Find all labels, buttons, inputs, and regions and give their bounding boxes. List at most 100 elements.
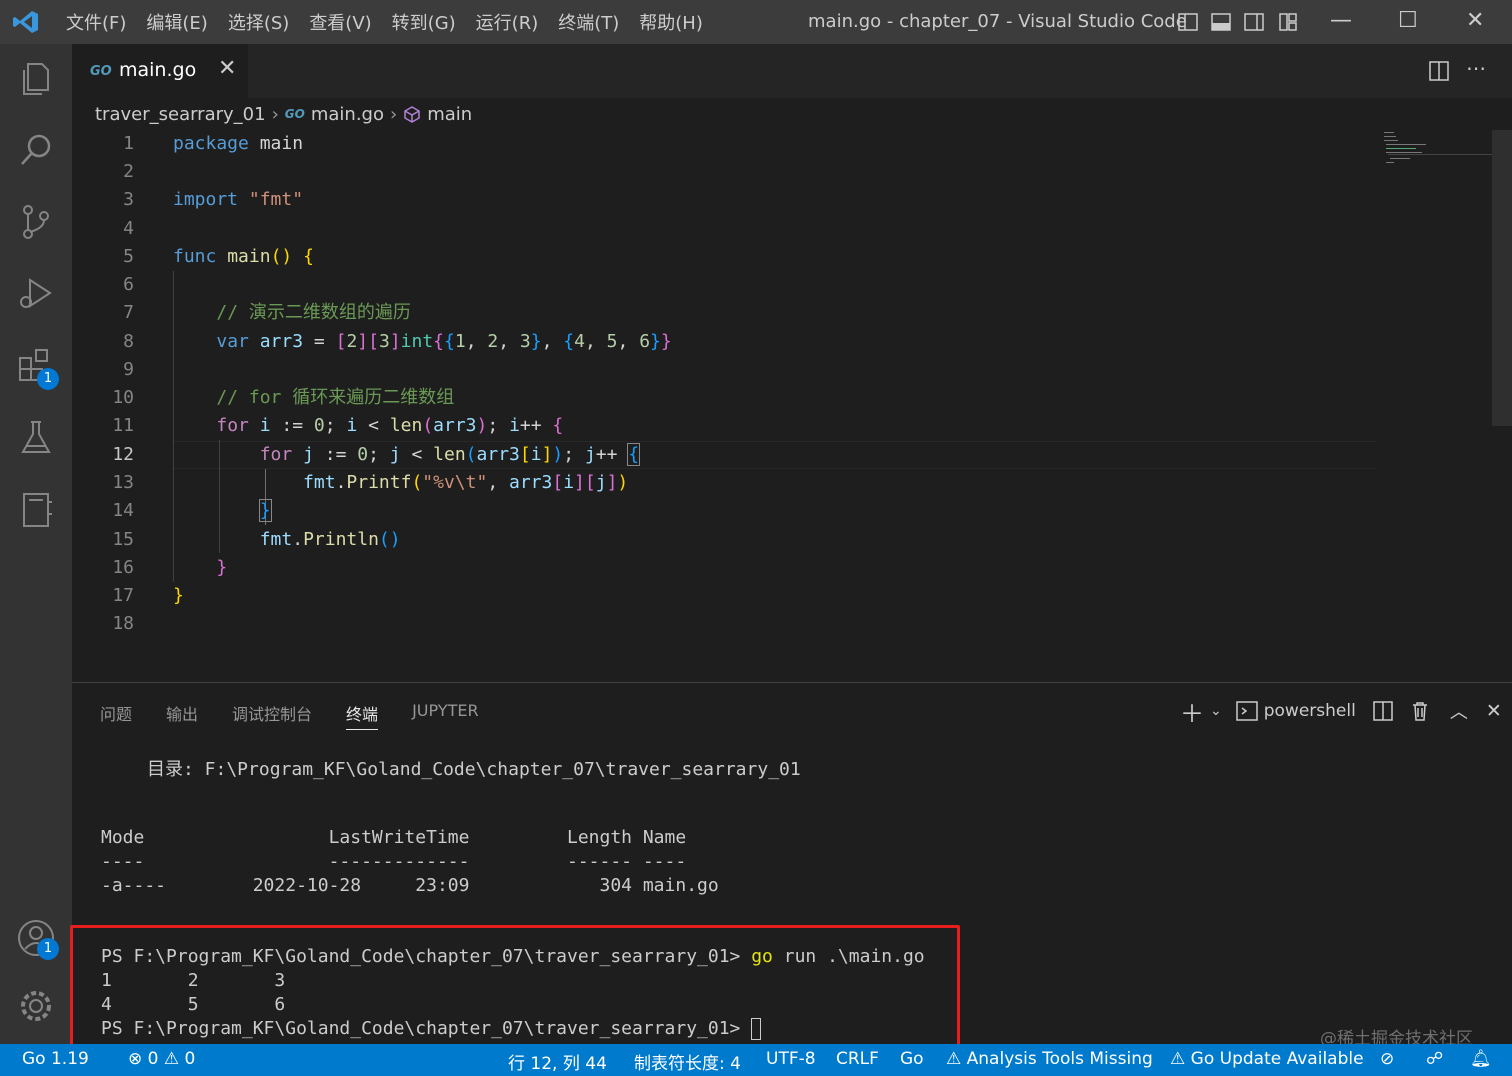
status-bar: Go 1.19 ⊗ 0 ⚠ 0 行 12, 列 44 制表符长度: 4 UTF-…	[0, 1044, 1512, 1076]
go-file-icon: GO	[284, 107, 305, 121]
menu-run[interactable]: 运行(R)	[476, 9, 539, 35]
code-line: }	[216, 557, 228, 578]
toggle-sidebar-icon[interactable]	[1178, 12, 1198, 32]
line-number: 8	[123, 331, 134, 352]
maximize-panel-icon[interactable]: ︿	[1450, 698, 1468, 724]
terminal-shell-name[interactable]: powershell	[1264, 701, 1356, 721]
code-line: for j := 0; j < len(arr3[i]); j++ {	[259, 443, 641, 466]
more-actions-icon[interactable]: ⋯	[1466, 56, 1486, 80]
breadcrumb-symbol[interactable]: main	[427, 104, 472, 125]
menu-terminal[interactable]: 终端(T)	[558, 9, 619, 35]
eol-status[interactable]: CRLF	[836, 1049, 879, 1069]
line-number: 4	[123, 218, 134, 239]
chevron-down-icon[interactable]: ⌄	[1210, 703, 1222, 719]
menu-selection[interactable]: 选择(S)	[228, 9, 289, 35]
source-control-icon[interactable]	[14, 200, 58, 244]
language-status[interactable]: Go	[900, 1049, 924, 1069]
menu-edit[interactable]: 编辑(E)	[146, 9, 207, 35]
code-line: package main	[173, 133, 304, 154]
terminal-table-underline: ---- ------------- ------ ----	[101, 851, 687, 872]
new-terminal-icon[interactable]: ＋	[1180, 694, 1204, 729]
line-number-active: 12	[112, 444, 134, 465]
line-number: 7	[123, 302, 134, 323]
highlight-box	[70, 925, 960, 1058]
tab-output[interactable]: 输出	[166, 701, 198, 730]
cursor-position-status[interactable]: 行 12, 列 44	[508, 1049, 607, 1074]
split-terminal-icon[interactable]	[1372, 700, 1394, 722]
terminal-icon	[1235, 701, 1258, 721]
explorer-icon[interactable]	[14, 56, 58, 100]
line-number: 15	[112, 529, 134, 550]
menu-file[interactable]: 文件(F)	[66, 9, 126, 35]
line-number: 18	[112, 613, 134, 634]
tab-problems[interactable]: 问题	[100, 701, 132, 730]
code-editor[interactable]: 1 package main 2 3 import "fmt" 4 5 func ma…	[72, 130, 1492, 682]
minimize-icon[interactable]: —	[1330, 8, 1352, 33]
go-update-label: Go Update Available	[1190, 1049, 1364, 1069]
go-update-status[interactable]: ⚠ Go Update Available	[1170, 1049, 1364, 1069]
menu-view[interactable]: 查看(V)	[309, 9, 371, 35]
panel-toolbar: ＋ ⌄ powershell ︿ ✕	[1180, 697, 1502, 728]
no-sync-icon[interactable]: ⊘	[1380, 1049, 1394, 1069]
window-title: main.go - chapter_07 - Visual Studio Cod…	[808, 11, 1187, 32]
menu-help[interactable]: 帮助(H)	[639, 9, 703, 35]
code-line: var arr3 = [2][3]int{{1, 2, 3}, {4, 5, 6…	[216, 331, 672, 352]
line-number: 9	[123, 359, 134, 380]
line-number: 5	[123, 246, 134, 267]
line-number: 11	[112, 415, 134, 436]
go-version-status[interactable]: Go 1.19	[22, 1049, 89, 1069]
gear-icon[interactable]	[14, 984, 58, 1028]
split-editor-icon[interactable]	[1428, 60, 1450, 82]
analysis-tools-status[interactable]: ⚠ Analysis Tools Missing	[946, 1049, 1153, 1069]
run-debug-icon[interactable]	[14, 272, 58, 316]
go-file-icon: GO	[90, 64, 112, 79]
menu-go[interactable]: 转到(G)	[392, 9, 456, 35]
toggle-panel-icon[interactable]	[1211, 12, 1231, 32]
close-tab-icon[interactable]: ✕	[218, 56, 236, 81]
accounts-badge: 1	[37, 938, 59, 960]
customize-layout-icon[interactable]	[1278, 12, 1298, 32]
symbol-method-icon	[404, 106, 420, 123]
code-line: }	[258, 499, 272, 522]
line-number: 14	[112, 500, 134, 521]
breadcrumb-folder[interactable]: traver_searrary_01	[95, 104, 266, 125]
chevron-right-icon: ›	[389, 103, 398, 125]
terminal-directory: 目录: F:\Program_KF\Goland_Code\chapter_07…	[147, 759, 801, 780]
title-bar: 文件(F) 编辑(E) 选择(S) 查看(V) 转到(G) 运行(R) 终端(T…	[0, 0, 1512, 44]
problems-status[interactable]: ⊗ 0 ⚠ 0	[128, 1049, 195, 1069]
line-number: 3	[123, 189, 134, 210]
code-line: // for 循环来遍历二维数组	[216, 387, 455, 408]
search-icon[interactable]	[14, 128, 58, 172]
code-line: import "fmt"	[173, 189, 304, 210]
maximize-icon[interactable]: ☐	[1398, 8, 1418, 33]
trash-icon[interactable]	[1410, 700, 1430, 722]
code-line: func main() {	[173, 246, 314, 267]
chevron-right-icon: ›	[271, 103, 279, 125]
notifications-bell-icon[interactable]: 🔔︎	[1470, 1049, 1492, 1069]
testing-icon[interactable]	[14, 416, 58, 460]
tab-terminal[interactable]: 终端	[346, 701, 379, 730]
activity-bar: 1 1	[0, 44, 72, 1044]
tab-jupyter[interactable]: JUPYTER	[412, 701, 479, 730]
code-line: fmt.Printf("%v\t", arr3[i][j])	[303, 472, 629, 493]
notebook-icon[interactable]	[14, 488, 58, 532]
editor-scrollbar[interactable]	[1492, 130, 1512, 426]
line-number: 2	[123, 161, 134, 182]
tab-debug-console[interactable]: 调试控制台	[232, 701, 312, 730]
tab-size-status[interactable]: 制表符长度: 4	[634, 1049, 741, 1074]
warning-count: 0	[184, 1049, 196, 1069]
toggle-secondary-sidebar-icon[interactable]	[1244, 12, 1264, 32]
encoding-status[interactable]: UTF-8	[766, 1049, 816, 1069]
line-number: 17	[112, 585, 134, 606]
extensions-badge: 1	[37, 368, 59, 390]
line-number: 10	[112, 387, 134, 408]
feedback-icon[interactable]: ☍	[1426, 1049, 1443, 1069]
tab-main-go[interactable]: GO main.go ✕	[72, 44, 248, 98]
breadcrumb-file[interactable]: main.go	[311, 104, 384, 125]
terminal-table-header: Mode LastWriteTime Length Name	[101, 827, 687, 848]
close-window-icon[interactable]: ✕	[1466, 8, 1484, 33]
close-panel-icon[interactable]: ✕	[1486, 700, 1502, 722]
minimap[interactable]	[1380, 130, 1492, 170]
terminal-table-row: -a---- 2022-10-28 23:09 304 main.go	[101, 875, 719, 896]
analysis-tools-label: Analysis Tools Missing	[966, 1049, 1153, 1069]
